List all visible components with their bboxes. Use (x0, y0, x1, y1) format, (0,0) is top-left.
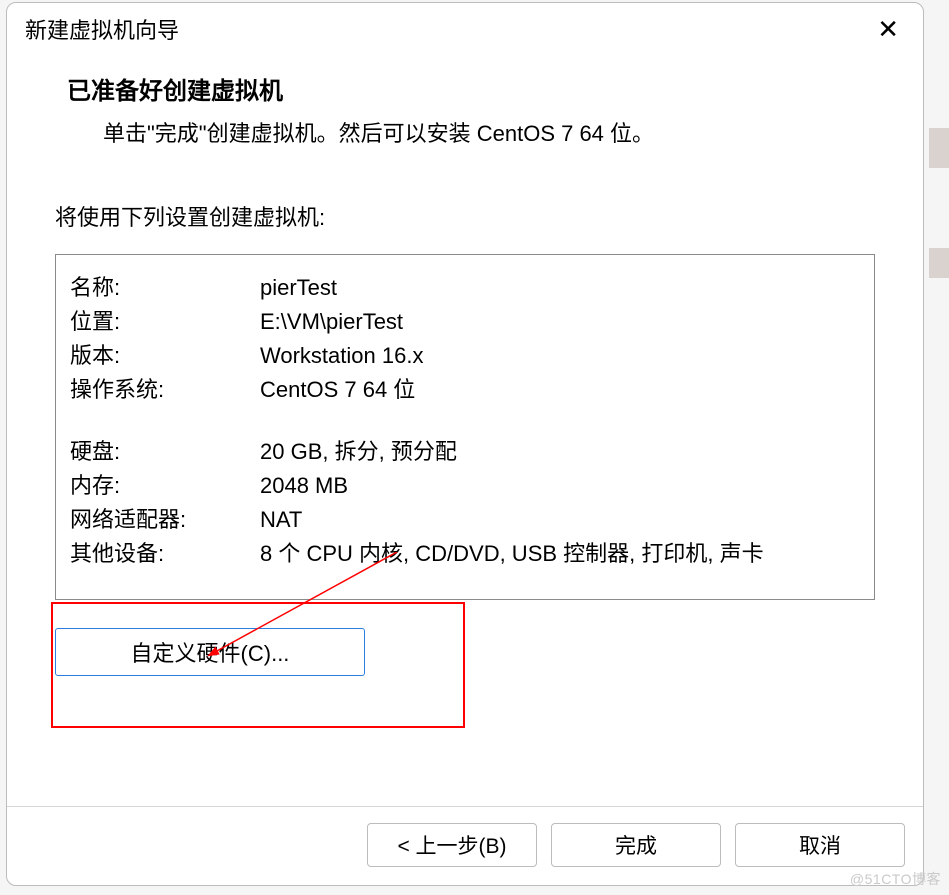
settings-summary-box: 名称:pierTest 位置:E:\VM\pierTest 版本:Worksta… (55, 254, 875, 600)
header-section: 已准备好创建虚拟机 单击"完成"创建虚拟机。然后可以安装 CentOS 7 64… (7, 53, 923, 172)
setting-label: 网络适配器: (70, 503, 260, 537)
watermark-text: @51CTO博客 (850, 869, 941, 889)
dialog-footer: < 上一步(B) 完成 取消 (7, 806, 923, 885)
setting-label: 版本: (70, 339, 260, 373)
setting-label: 硬盘: (70, 435, 260, 469)
setting-value: 2048 MB (260, 469, 860, 503)
setting-value: Workstation 16.x (260, 339, 860, 373)
setting-row: 操作系统:CentOS 7 64 位 (70, 373, 860, 407)
finish-button[interactable]: 完成 (551, 823, 721, 867)
content-area: 将使用下列设置创建虚拟机: 名称:pierTest 位置:E:\VM\pierT… (7, 172, 923, 806)
setting-row: 位置:E:\VM\pierTest (70, 305, 860, 339)
setting-label: 其他设备: (70, 537, 260, 571)
setting-value: 8 个 CPU 内核, CD/DVD, USB 控制器, 打印机, 声卡 (260, 537, 860, 571)
setting-value: 20 GB, 拆分, 预分配 (260, 435, 860, 469)
new-vm-wizard-dialog: 新建虚拟机向导 ✕ 已准备好创建虚拟机 单击"完成"创建虚拟机。然后可以安装 C… (6, 2, 924, 886)
titlebar: 新建虚拟机向导 ✕ (7, 3, 923, 53)
setting-value: CentOS 7 64 位 (260, 373, 860, 407)
setting-row: 网络适配器:NAT (70, 503, 860, 537)
dialog-title: 新建虚拟机向导 (25, 13, 179, 45)
setting-value: pierTest (260, 271, 860, 305)
setting-row: 内存:2048 MB (70, 469, 860, 503)
page-subheading: 单击"完成"创建虚拟机。然后可以安装 CentOS 7 64 位。 (67, 116, 883, 148)
intro-text: 将使用下列设置创建虚拟机: (55, 200, 875, 232)
setting-label: 内存: (70, 469, 260, 503)
page-heading: 已准备好创建虚拟机 (67, 71, 883, 106)
setting-label: 操作系统: (70, 373, 260, 407)
setting-label: 位置: (70, 305, 260, 339)
setting-value: NAT (260, 503, 860, 537)
cancel-button[interactable]: 取消 (735, 823, 905, 867)
setting-row: 名称:pierTest (70, 271, 860, 305)
setting-row: 版本:Workstation 16.x (70, 339, 860, 373)
customize-hardware-label: 自定义硬件(C)... (131, 636, 290, 668)
setting-value: E:\VM\pierTest (260, 305, 860, 339)
setting-row: 硬盘:20 GB, 拆分, 预分配 (70, 435, 860, 469)
customize-hardware-button[interactable]: 自定义硬件(C)... (55, 628, 365, 676)
setting-row: 其他设备:8 个 CPU 内核, CD/DVD, USB 控制器, 打印机, 声… (70, 537, 860, 571)
close-icon[interactable]: ✕ (871, 14, 905, 44)
setting-label: 名称: (70, 271, 260, 305)
back-button[interactable]: < 上一步(B) (367, 823, 537, 867)
